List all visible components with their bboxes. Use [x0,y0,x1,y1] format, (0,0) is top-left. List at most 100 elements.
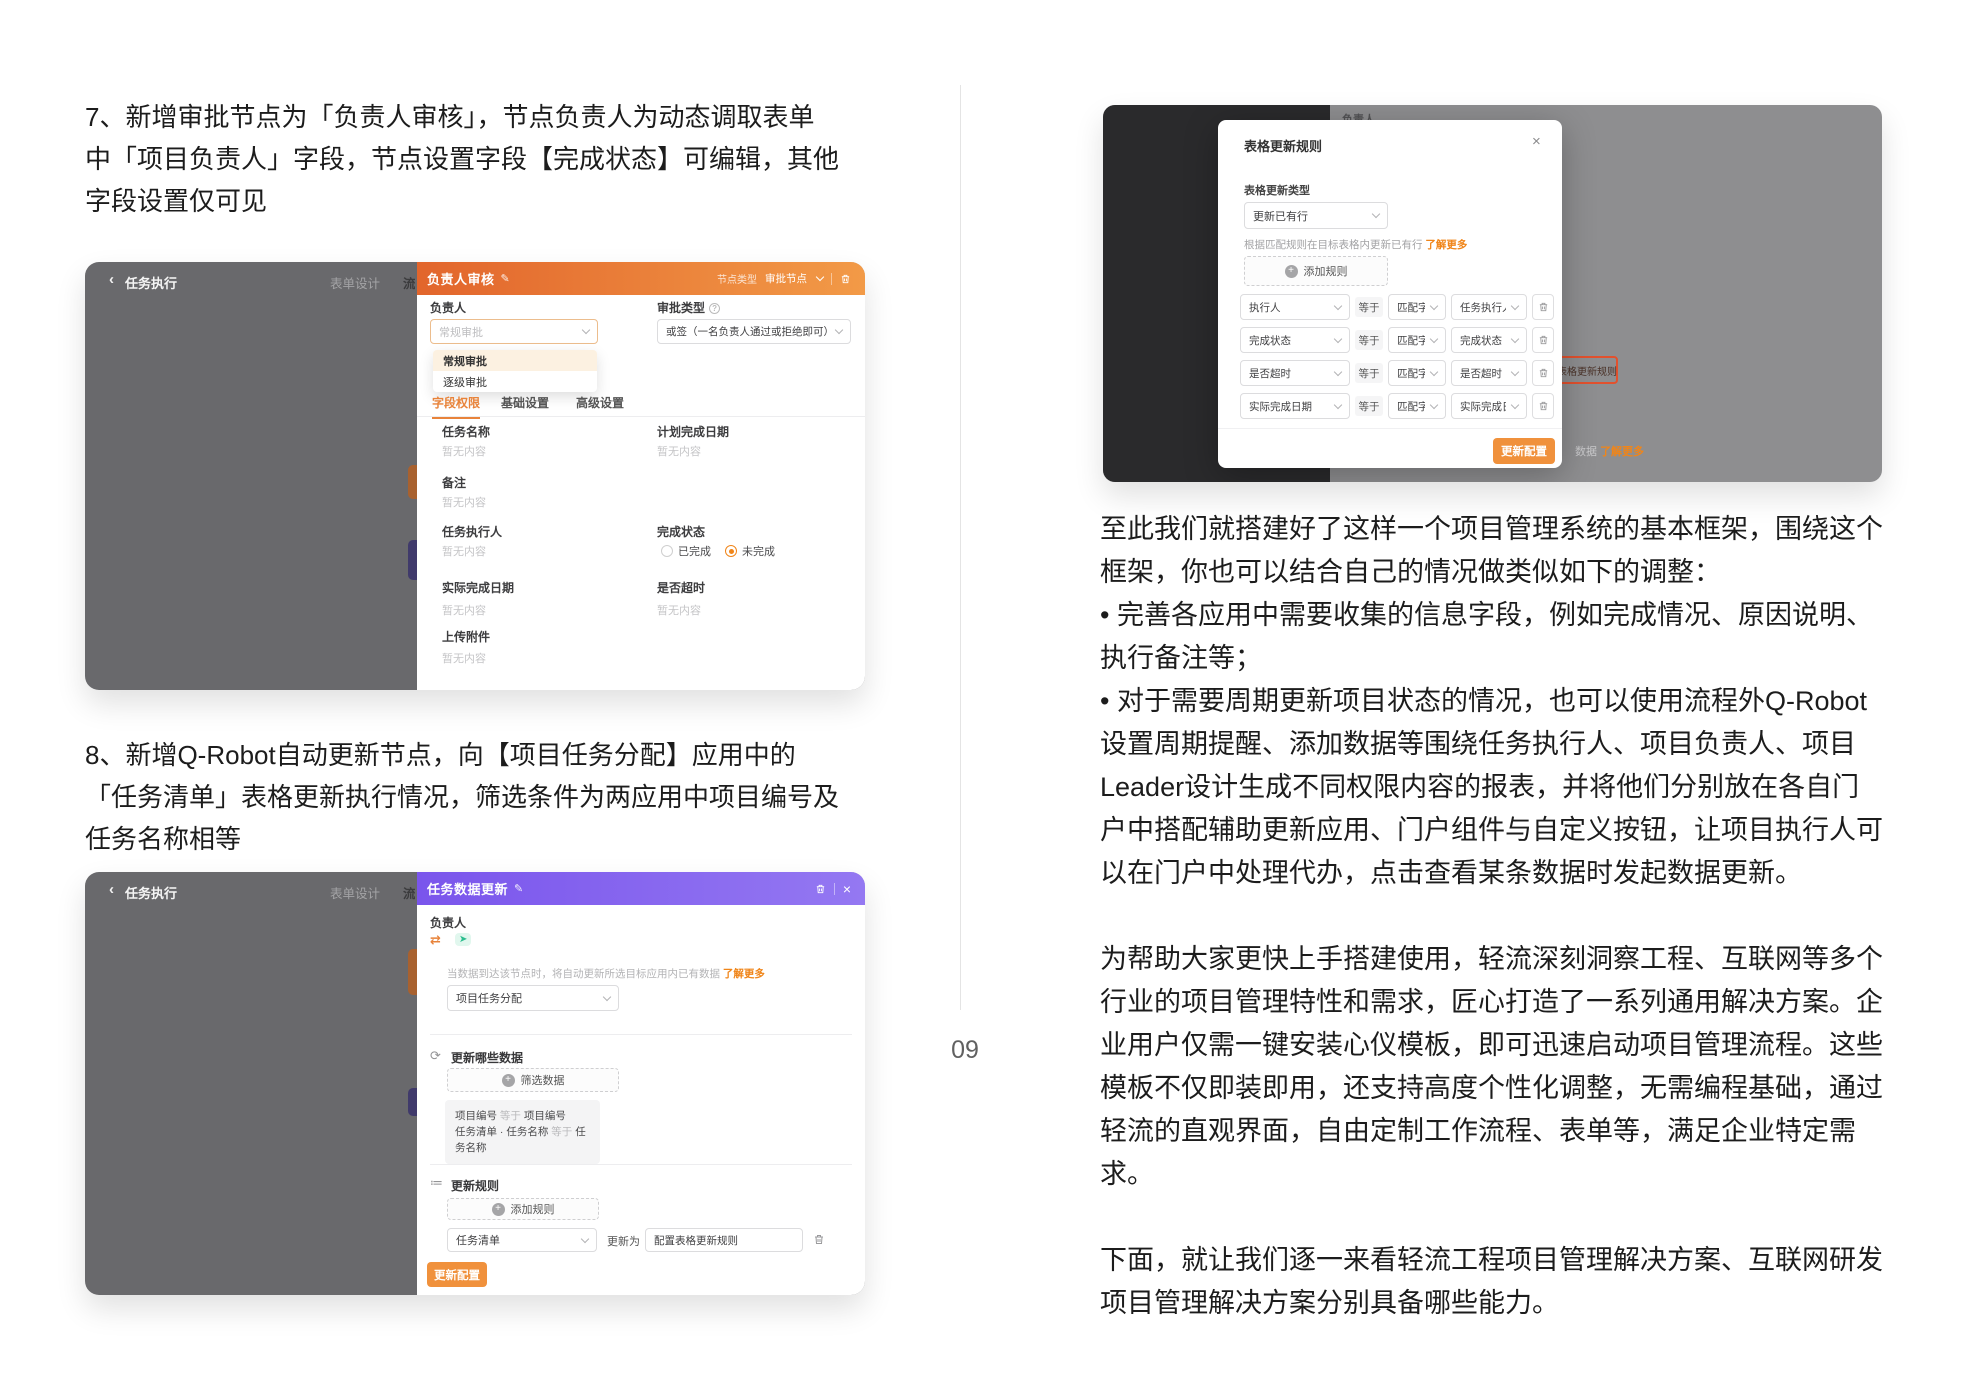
delete-rule-button[interactable] [1532,327,1554,353]
section-update-data: 更新哪些数据 [451,1051,524,1065]
column-divider [960,85,961,1010]
delete-rule-button[interactable] [1532,294,1554,320]
swap-arrows-icon[interactable]: ⇄ [430,932,441,948]
divider [430,1034,852,1035]
paragraph-next: 下面，就让我们逐一来看轻流工程项目管理解决方案、互联网研发 项目管理解决方案分别具… [1100,1245,1883,1318]
paper-plane-icon[interactable]: ➤ [455,933,472,946]
refresh-icon: ⟳ [430,1048,441,1063]
rule-source-select[interactable]: 完成状态 [1240,327,1350,353]
rule-target-select[interactable]: 完成状态 [1451,327,1527,353]
radio-undone[interactable] [725,545,737,557]
chevron-down-icon [1371,209,1381,219]
chevron-down-icon [1429,334,1439,343]
document-page: 7、新增审批节点为「负责人审核」，节点负责人为动态调取表单 中「项目负责人」字段，… [0,0,1980,1400]
tab-basic-settings[interactable]: 基础设置 [501,394,549,411]
chevron-down-icon [815,272,825,282]
screenshot-approval-node: ‹ 任务执行 表单设计 流程设计 负责人审核 ✎ 节点类型 审批节点 [85,262,865,690]
chevron-down-icon [1510,301,1520,310]
target-app-select[interactable]: 项目任务分配 [447,985,619,1011]
close-icon[interactable]: × [1532,133,1541,150]
add-rule-button[interactable]: + 添加规则 [1244,256,1388,286]
tab-flow-design-clipped[interactable]: 流程设计 [403,273,415,292]
chevron-down-icon [581,325,591,335]
tab-flow-design-clipped[interactable]: 流程设计 [403,883,415,902]
tab-form-design[interactable]: 表单设计 [330,883,380,902]
update-type-select[interactable]: 更新已有行 [1244,202,1388,229]
trash-icon[interactable] [813,1233,825,1246]
field-label: 完成状态 [657,525,706,539]
approve-type-select[interactable]: 或签（一名负责人通过或拒绝即可） [657,319,851,344]
add-rule-button[interactable]: + 添加规则 [447,1198,599,1220]
update-config-button[interactable]: 更新配置 [1493,438,1555,464]
tab-advanced-settings[interactable]: 高级设置 [576,394,624,411]
owner-select[interactable]: 常规审批 [430,319,598,344]
delete-rule-button[interactable] [1532,360,1554,386]
dialog-title: 负责人审核 [427,272,495,287]
status-radio-group: 已完成 未完成 [661,542,789,560]
radio-undone-label: 未完成 [742,546,775,558]
dropdown-option[interactable]: 常规审批 [433,350,597,371]
rule-target-select[interactable]: 任务执行人 [1451,294,1527,320]
tab-form-design[interactable]: 表单设计 [330,273,380,292]
rule-table-select[interactable]: 任务清单 [447,1228,597,1252]
dialog-title: 任务数据更新 [427,882,509,897]
learn-more-link[interactable]: 了解更多 [723,968,765,980]
approve-type-label: 审批类型? [657,299,721,316]
nav-app-title[interactable]: 任务执行 [125,883,177,902]
hidden-node-orange [408,949,417,995]
node-type-label: 节点类型 [717,275,757,286]
chevron-down-icon [1429,367,1439,376]
hidden-node-navy [408,1088,417,1116]
update-type-label: 表格更新类型 [1244,185,1310,197]
equals-label: 等于 [1355,396,1383,416]
dialog-header: 负责人审核 ✎ 节点类型 审批节点 [417,262,865,295]
plus-icon: + [501,1073,515,1087]
dropdown-option[interactable]: 逐级审批 [433,371,597,392]
learn-more-link[interactable]: 了解更多 [1425,239,1467,251]
chevron-down-icon [834,325,844,335]
paragraph-templates: 为帮助大家更快上手搭建使用，轻流深刻洞察工程、互联网等多个 行业的项目管理特性和需… [1100,944,1883,1189]
trash-icon[interactable] [815,883,826,895]
field-empty-value: 暂无内容 [442,446,486,458]
trash-icon[interactable] [840,273,851,285]
rule-source-select[interactable]: 执行人 [1240,294,1350,320]
background-partial-text: 数据 了解更多 [1575,446,1645,458]
rule-source-select[interactable]: 实际完成日期 [1240,393,1350,419]
highlighted-rule-link[interactable]: 表格更新规则 [1556,356,1618,384]
rule-config-field[interactable]: 配置表格更新规则 [645,1228,803,1252]
node-type-select[interactable]: 审批节点 [765,271,825,286]
field-label: 备注 [442,476,467,490]
back-icon[interactable]: ‹ [109,881,114,898]
back-icon[interactable]: ‹ [109,271,114,288]
qrobot-dialog: 任务数据更新 ✎ × 负责人 ⇄ ➤ 当数据到达该节点时，将自动更新所选目标应用… [417,872,865,1295]
rule-target-select[interactable]: 是否超时 [1451,360,1527,386]
field-label: 上传附件 [442,630,491,644]
match-type-select[interactable]: 匹配字段 [1388,327,1446,353]
chevron-down-icon [1510,367,1520,376]
screenshot-qrobot-node: ‹ 任务执行 表单设计 流程设计 任务数据更新 ✎ × 负责人 ⇄ ➤ 当数据到… [85,872,865,1295]
equals-label: 等于 [1355,297,1383,317]
chevron-down-icon [1333,301,1343,310]
update-config-button[interactable]: 更新配置 [427,1262,487,1287]
delete-rule-button[interactable] [1532,393,1554,419]
divider [1218,428,1562,429]
approval-node-dialog: 负责人审核 ✎ 节点类型 审批节点 负责人 常规审批 常规审批 逐级审批 审批类… [417,262,865,690]
match-type-select[interactable]: 匹配字段 [1388,393,1446,419]
radio-done[interactable] [661,545,673,557]
rule-target-select[interactable]: 实际完成日期 [1451,393,1527,419]
hidden-node-navy [408,540,417,580]
filter-data-button[interactable]: + 筛选数据 [447,1068,619,1092]
edit-icon[interactable]: ✎ [514,882,523,895]
chevron-down-icon [1333,400,1343,409]
nav-app-title[interactable]: 任务执行 [125,273,177,292]
info-icon: ? [709,303,721,314]
radio-done-label: 已完成 [678,546,711,558]
edit-icon[interactable]: ✎ [501,272,510,285]
close-icon[interactable]: × [843,882,851,896]
learn-more-link[interactable]: 了解更多 [1600,446,1644,458]
rule-source-select[interactable]: 是否超时 [1240,360,1350,386]
section-update-rules: 更新规则 [451,1179,500,1193]
match-type-select[interactable]: 匹配字段 [1388,360,1446,386]
chevron-down-icon [1510,400,1520,409]
match-type-select[interactable]: 匹配字段 [1388,294,1446,320]
